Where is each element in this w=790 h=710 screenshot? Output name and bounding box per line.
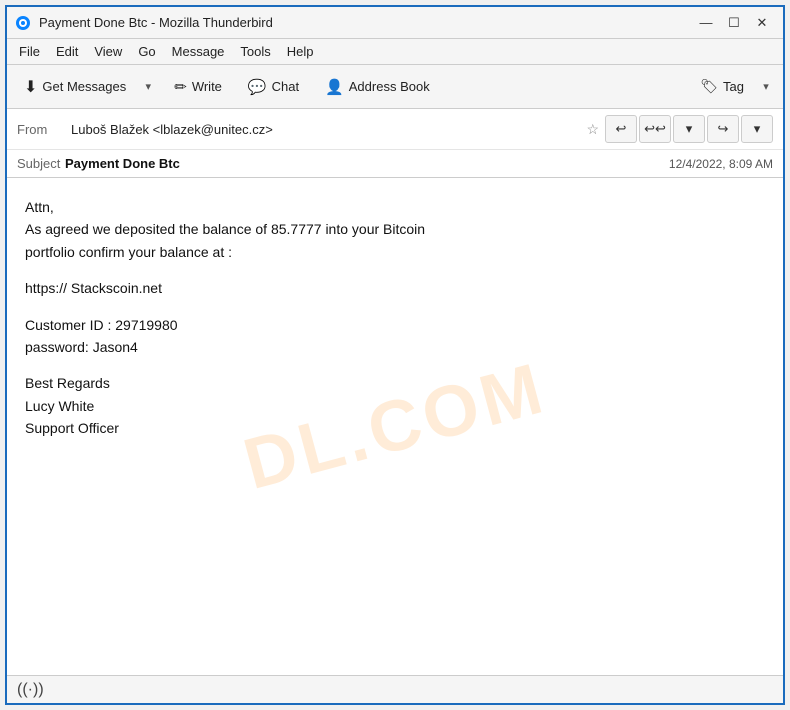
chat-icon: 💬: [248, 78, 267, 96]
connection-status-icon: ((·)): [17, 681, 44, 699]
tag-icon: 🏷: [700, 78, 718, 95]
get-messages-dropdown[interactable]: ▾: [137, 70, 159, 104]
body-line4: https:// Stackscoin.net: [25, 277, 765, 299]
write-label: Write: [192, 79, 222, 94]
address-book-button[interactable]: 👤 Address Book: [314, 70, 441, 104]
from-row: From Luboš Blažek <lblazek@unitec.cz> ☆ …: [7, 109, 783, 150]
menu-message[interactable]: Message: [164, 41, 233, 62]
forward-dropdown[interactable]: ▾: [741, 115, 773, 143]
body-line7: Best Regards: [25, 372, 765, 394]
menu-edit[interactable]: Edit: [48, 41, 86, 62]
subject-value: Payment Done Btc: [65, 156, 669, 171]
menu-go[interactable]: Go: [130, 41, 163, 62]
tag-group: 🏷 Tag ▾: [689, 70, 777, 104]
address-book-label: Address Book: [349, 79, 430, 94]
window-controls: — ☐ ✕: [693, 12, 775, 34]
body-line1: Attn,: [25, 196, 765, 218]
email-date: 12/4/2022, 8:09 AM: [669, 157, 773, 171]
forward-button[interactable]: ↪: [707, 115, 739, 143]
title-bar: Payment Done Btc - Mozilla Thunderbird —…: [7, 7, 783, 39]
chat-button[interactable]: 💬 Chat: [237, 70, 310, 104]
address-book-icon: 👤: [325, 78, 344, 96]
menu-view[interactable]: View: [86, 41, 130, 62]
write-button[interactable]: ✏ Write: [163, 70, 233, 104]
status-bar: ((·)): [7, 675, 783, 703]
email-header: From Luboš Blažek <lblazek@unitec.cz> ☆ …: [7, 109, 783, 178]
toolbar: ⬇ Get Messages ▾ ✏ Write 💬 Chat 👤 Addres…: [7, 65, 783, 109]
menu-bar: File Edit View Go Message Tools Help: [7, 39, 783, 65]
tag-button[interactable]: 🏷 Tag: [689, 70, 755, 104]
get-messages-group: ⬇ Get Messages ▾: [13, 70, 159, 104]
reply-all-button[interactable]: ↩↩: [639, 115, 671, 143]
write-icon: ✏: [174, 78, 187, 96]
menu-tools[interactable]: Tools: [232, 41, 278, 62]
star-icon[interactable]: ☆: [586, 121, 599, 138]
application-window: Payment Done Btc - Mozilla Thunderbird —…: [5, 5, 785, 705]
body-line2: As agreed we deposited the balance of 85…: [25, 218, 765, 240]
body-line8: Lucy White: [25, 395, 765, 417]
email-body: DL.COM Attn, As agreed we deposited the …: [7, 178, 783, 675]
body-line6: password: Jason4: [25, 336, 765, 358]
body-line9: Support Officer: [25, 417, 765, 439]
email-body-content: Attn, As agreed we deposited the balance…: [25, 196, 765, 440]
get-messages-label: Get Messages: [42, 79, 126, 94]
minimize-button[interactable]: —: [693, 12, 719, 34]
from-label: From: [17, 122, 65, 137]
get-messages-icon: ⬇: [24, 77, 37, 97]
subject-label: Subject: [17, 156, 65, 171]
subject-row: Subject Payment Done Btc 12/4/2022, 8:09…: [7, 150, 783, 177]
menu-help[interactable]: Help: [279, 41, 322, 62]
tag-dropdown[interactable]: ▾: [755, 70, 777, 104]
app-icon: [15, 15, 31, 31]
close-button[interactable]: ✕: [749, 12, 775, 34]
maximize-button[interactable]: ☐: [721, 12, 747, 34]
body-line5: Customer ID : 29719980: [25, 314, 765, 336]
reply-button[interactable]: ↩: [605, 115, 637, 143]
get-messages-button[interactable]: ⬇ Get Messages: [13, 70, 137, 104]
from-value: Luboš Blažek <lblazek@unitec.cz>: [71, 122, 580, 137]
reply-dropdown[interactable]: ▾: [673, 115, 705, 143]
body-line3: portfolio confirm your balance at :: [25, 241, 765, 263]
reply-buttons: ↩ ↩↩ ▾ ↪ ▾: [605, 115, 773, 143]
menu-file[interactable]: File: [11, 41, 48, 62]
chat-label: Chat: [272, 79, 299, 94]
tag-label: Tag: [723, 79, 744, 94]
window-title: Payment Done Btc - Mozilla Thunderbird: [39, 15, 685, 30]
